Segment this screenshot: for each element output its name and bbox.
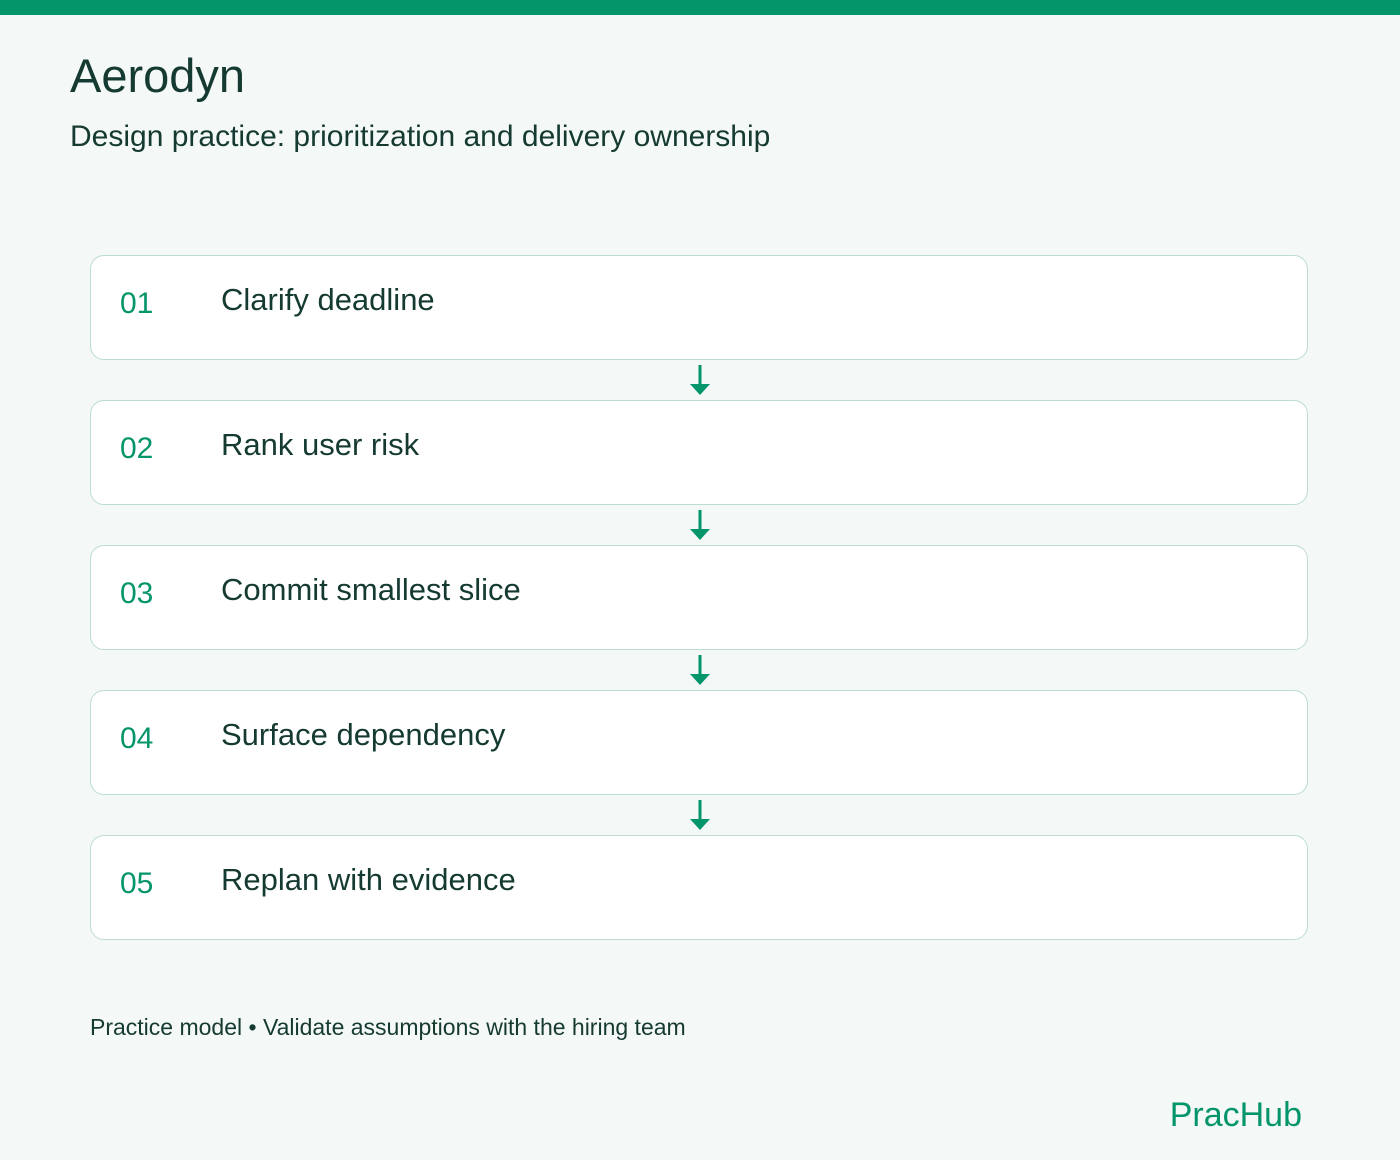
step-number: 01 bbox=[120, 287, 154, 320]
step-label: Replan with evidence bbox=[221, 862, 516, 897]
step-card-1: 01 Clarify deadline bbox=[90, 255, 1308, 360]
footer-note: Practice model • Validate assumptions wi… bbox=[90, 1014, 686, 1040]
step-number: 03 bbox=[120, 577, 154, 610]
step-label: Rank user risk bbox=[221, 427, 420, 462]
step-card-2: 02 Rank user risk bbox=[90, 400, 1308, 505]
brand-logo-text: PracHub bbox=[1169, 1096, 1302, 1134]
step-number: 04 bbox=[120, 722, 154, 755]
step-label: Surface dependency bbox=[221, 717, 506, 752]
process-flow: 01 Clarify deadline 02 Rank user risk 03… bbox=[0, 0, 1400, 1160]
arrow-down-icon bbox=[690, 800, 710, 830]
step-card-3: 03 Commit smallest slice bbox=[90, 545, 1308, 650]
step-label: Clarify deadline bbox=[221, 282, 435, 317]
step-label: Commit smallest slice bbox=[221, 572, 521, 607]
step-number: 05 bbox=[120, 867, 154, 900]
arrow-down-icon bbox=[690, 655, 710, 685]
step-number: 02 bbox=[120, 432, 154, 465]
arrow-down-icon bbox=[690, 510, 710, 540]
arrow-down-icon bbox=[690, 365, 710, 395]
step-card-4: 04 Surface dependency bbox=[90, 690, 1308, 795]
step-card-5: 05 Replan with evidence bbox=[90, 835, 1308, 940]
